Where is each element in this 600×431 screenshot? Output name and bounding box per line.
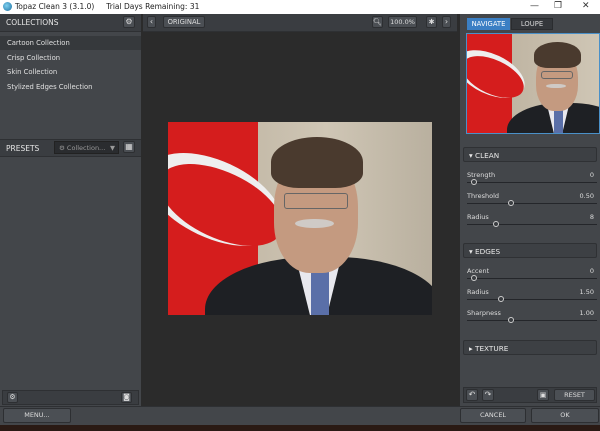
edges-slider-label: Sharpness	[467, 309, 501, 317]
preview-image[interactable]	[168, 122, 432, 315]
edges-slider-track[interactable]	[467, 296, 597, 302]
collapse-right-chevron-icon[interactable]: ›	[442, 16, 451, 28]
clean-section-header[interactable]: ▾ CLEAN	[463, 147, 597, 162]
lightbulb-icon[interactable]: ✱	[426, 16, 437, 28]
edges-slider-label: Accent	[467, 267, 490, 275]
add-preset-gear-icon[interactable]: ⚙	[7, 392, 18, 403]
collection-item-skin[interactable]: Skin Collection	[0, 65, 141, 79]
dropdown-arrow-icon: ▼	[110, 144, 115, 152]
grid-view-icon[interactable]: ▦	[123, 141, 135, 153]
collections-header: COLLECTIONS	[0, 14, 141, 32]
collection-item-stylized-edges[interactable]: Stylized Edges Collection	[0, 80, 141, 94]
left-bottom-toolbar	[2, 390, 139, 405]
taskbar-strip	[0, 425, 600, 431]
minimize-button[interactable]: —	[530, 1, 539, 11]
clean-slider-handle[interactable]	[470, 179, 477, 185]
snapshot-camera-icon[interactable]: ◙	[121, 392, 132, 403]
close-button[interactable]: ✕	[582, 1, 590, 11]
edges-slider-handle[interactable]	[497, 296, 504, 302]
clean-slider-track[interactable]	[467, 200, 597, 206]
tab-navigate[interactable]: NAVIGATE	[467, 18, 510, 30]
zoom-level-field[interactable]: 100.0%	[388, 16, 417, 28]
edges-slider-label: Radius	[467, 288, 489, 296]
clean-slider-label: Threshold	[467, 192, 500, 200]
edges-section-header[interactable]: ▾ EDGES	[463, 243, 597, 258]
tab-loupe[interactable]: LOUPE	[511, 18, 553, 30]
collections-title: COLLECTIONS	[6, 18, 59, 27]
ok-button[interactable]: OK	[531, 408, 599, 423]
collection-item-crisp[interactable]: Crisp Collection	[0, 51, 141, 65]
cancel-button[interactable]: CANCEL	[460, 408, 526, 423]
edges-slider-value: 1.00	[579, 309, 594, 317]
restore-button[interactable]: ❐	[554, 1, 562, 11]
zoom-magnifier-icon[interactable]: 🔍︎	[372, 16, 383, 28]
redo-icon[interactable]: ↷	[482, 389, 494, 401]
reset-button[interactable]: RESET	[554, 389, 595, 401]
edges-slider-handle[interactable]	[470, 275, 477, 281]
clean-slider-label: Radius	[467, 213, 489, 221]
edges-slider-track[interactable]	[467, 275, 597, 281]
edges-slider-value: 1.50	[579, 288, 594, 296]
clean-slider-value: 0	[589, 171, 594, 179]
app-logo-icon	[3, 2, 12, 11]
clean-slider-label: Strength	[467, 171, 496, 179]
edges-slider-track[interactable]	[467, 317, 597, 323]
title-bar: Topaz Clean 3 (3.1.0) Trial Days Remaini…	[0, 0, 600, 14]
presets-collection-dropdown[interactable]: ⚙ Collection... ▼	[54, 141, 119, 154]
clean-slider-track[interactable]	[467, 221, 597, 227]
collection-item-cartoon[interactable]: Cartoon Collection	[0, 36, 141, 50]
clean-slider-track[interactable]	[467, 179, 597, 185]
presets-title: PRESETS	[6, 144, 40, 153]
original-button[interactable]: ORIGINAL	[163, 16, 205, 28]
clean-slider-value: 0.50	[579, 192, 594, 200]
collections-settings-gear-icon[interactable]: ⚙	[123, 16, 135, 28]
texture-section-header[interactable]: ▸ TEXTURE	[463, 340, 597, 355]
edges-slider-value: 0	[589, 267, 594, 275]
clean-slider-value: 8	[589, 213, 594, 221]
collapse-left-chevron-icon[interactable]: ‹	[147, 16, 156, 28]
clean-slider-handle[interactable]	[492, 221, 499, 227]
menu-button[interactable]: MENU...	[3, 408, 71, 423]
navigator-thumbnail[interactable]	[466, 33, 600, 134]
window-title: Topaz Clean 3 (3.1.0) Trial Days Remaini…	[15, 2, 200, 11]
undo-icon[interactable]: ↶	[466, 389, 478, 401]
save-preset-icon[interactable]: ▣	[537, 389, 549, 401]
